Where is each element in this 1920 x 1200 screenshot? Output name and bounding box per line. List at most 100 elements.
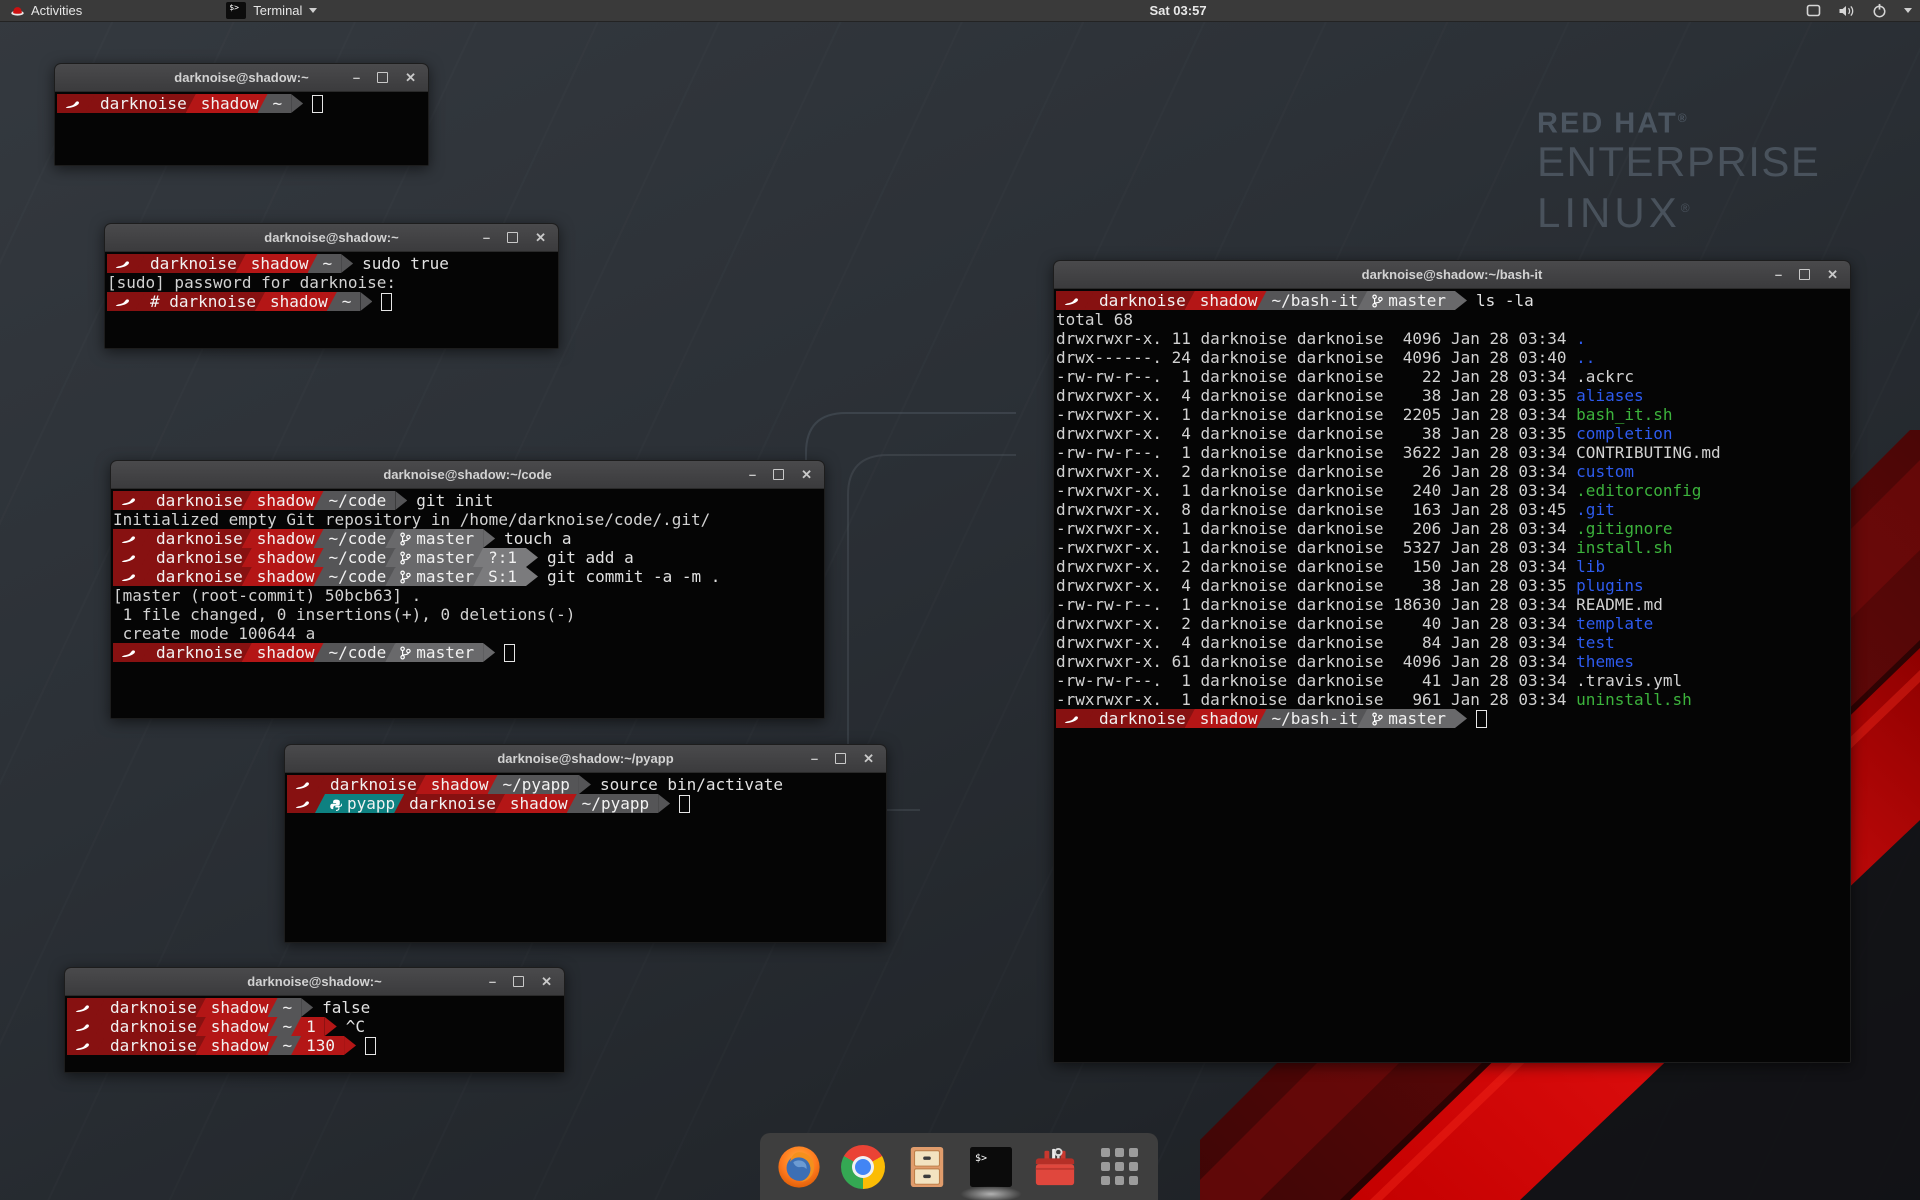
prompt-line: darknoiseshadow~/pyappsource bin/activat… (287, 775, 885, 794)
dock-item-files[interactable] (904, 1142, 950, 1192)
file-name: .gitignore (1576, 519, 1672, 538)
command-text: false (322, 998, 370, 1017)
minimize-button[interactable]: – (483, 231, 490, 244)
minimize-button[interactable]: – (749, 468, 756, 481)
file-name: lib (1576, 557, 1605, 576)
prompt-host-segment: shadow (196, 1036, 278, 1055)
file-name: aliases (1576, 386, 1643, 405)
prompt-host-segment: shadow (242, 567, 324, 586)
chrome-icon (841, 1145, 885, 1189)
close-button[interactable]: ✕ (541, 975, 552, 988)
prompt-arrow (526, 567, 538, 586)
prompt-arrow (395, 491, 407, 510)
volume-icon[interactable] (1838, 4, 1855, 18)
dock-item-app-grid[interactable] (1096, 1142, 1142, 1192)
prompt-user-segment: # darknoise (135, 292, 265, 311)
file-name: . (1576, 329, 1586, 348)
ls-row: drwxrwxr-x. 4 darknoise darknoise 84 Jan… (1056, 633, 1849, 652)
dock-item-chrome[interactable] (840, 1142, 886, 1192)
file-name: CONTRIBUTING.md (1576, 443, 1721, 462)
terminal-content[interactable]: darknoiseshadow~falsedarknoiseshadow~1^C… (65, 996, 564, 1073)
ls-row: drwx------. 24 darknoise darknoise 4096 … (1056, 348, 1849, 367)
file-name: template (1576, 614, 1653, 633)
dock-item-terminal[interactable]: $> (968, 1142, 1014, 1192)
ls-row: drwxrwxr-x. 11 darknoise darknoise 4096 … (1056, 329, 1849, 348)
prompt-arrow (291, 94, 303, 113)
dock-item-firefox[interactable] (776, 1142, 822, 1192)
titlebar[interactable]: darknoise@shadow:~/code–✕ (111, 461, 824, 489)
prompt-git-segment: master (385, 529, 483, 548)
redhat-icon (121, 573, 136, 584)
file-name: install.sh (1576, 538, 1672, 557)
window-controls: –✕ (1775, 261, 1838, 288)
minimize-button[interactable]: – (811, 752, 818, 765)
ls-row: -rwxrwxr-x. 1 darknoise darknoise 206 Ja… (1056, 519, 1849, 538)
titlebar[interactable]: darknoise@shadow:~–✕ (65, 968, 564, 996)
prompt-path-segment: ~/bash-it (1257, 709, 1368, 728)
redhat-icon (295, 800, 310, 811)
prompt-host-segment: shadow (186, 94, 268, 113)
clock[interactable]: Sat 03:57 (1149, 0, 1206, 21)
prompt-arrow (1455, 709, 1467, 728)
registered-mark: ® (1678, 111, 1689, 125)
terminal-content[interactable]: darknoiseshadow~sudo true[sudo] password… (105, 252, 558, 349)
file-name: .travis.yml (1576, 671, 1682, 690)
git-branch-icon (1372, 712, 1383, 726)
chevron-down-icon (309, 8, 317, 13)
minimize-button[interactable]: – (1775, 268, 1782, 281)
redhat-icon (75, 1023, 90, 1034)
command-text: git add a (547, 548, 634, 567)
prompt-path-segment: ~/code (314, 529, 396, 548)
command-text: git init (416, 491, 493, 510)
titlebar[interactable]: darknoise@shadow:~/bash-it–✕ (1054, 261, 1850, 289)
terminal-content[interactable]: darknoiseshadow~/codegit initInitialized… (111, 489, 824, 719)
ls-row: drwxrwxr-x. 8 darknoise darknoise 163 Ja… (1056, 500, 1849, 519)
maximize-button[interactable] (513, 976, 524, 987)
terminal-content[interactable]: darknoiseshadow~/bash-itmasterls -latota… (1054, 289, 1850, 1063)
minimize-button[interactable]: – (353, 71, 360, 84)
git-branch-icon (1372, 294, 1383, 308)
maximize-button[interactable] (377, 72, 388, 83)
maximize-button[interactable] (1799, 269, 1810, 280)
terminal-window-home-3: darknoise@shadow:~–✕darknoiseshadow~fals… (64, 967, 565, 1073)
chevron-down-icon[interactable] (1904, 8, 1912, 13)
display-icon[interactable] (1806, 4, 1821, 17)
prompt-user-segment: darknoise (141, 643, 252, 662)
terminal-window-home-1: darknoise@shadow:~–✕darknoiseshadow~ (54, 63, 429, 166)
maximize-button[interactable] (773, 469, 784, 480)
minimize-button[interactable]: – (489, 975, 496, 988)
titlebar[interactable]: darknoise@shadow:~/pyapp– ✕ (285, 745, 886, 773)
prompt-arrow (1455, 291, 1467, 310)
terminal-content[interactable]: darknoiseshadow~/pyappsource bin/activat… (285, 773, 886, 943)
app-menu-terminal[interactable]: $> Terminal (220, 0, 323, 21)
power-icon[interactable] (1872, 3, 1887, 18)
file-name: plugins (1576, 576, 1643, 595)
activities-button[interactable]: Activities (0, 0, 92, 21)
prompt-arrow (579, 775, 591, 794)
prompt-git-segment: master (385, 548, 483, 567)
prompt-line: darknoiseshadow~1^C (67, 1017, 563, 1036)
titlebar[interactable]: darknoise@shadow:~–✕ (55, 64, 428, 92)
prompt-user-segment: darknoise (1084, 291, 1195, 310)
dock-item-toolbox[interactable] (1032, 1142, 1078, 1192)
close-button[interactable]: ✕ (1827, 268, 1838, 281)
maximize-button[interactable] (835, 753, 846, 764)
file-name: uninstall.sh (1576, 690, 1692, 709)
app-menu-label: Terminal (253, 3, 302, 18)
window-title: darknoise@shadow:~/pyapp (285, 745, 886, 772)
prompt-user-segment: darknoise (141, 548, 252, 567)
git-branch-icon (400, 646, 411, 660)
close-button[interactable]: ✕ (405, 71, 416, 84)
ls-row: -rwxrwxr-x. 1 darknoise darknoise 240 Ja… (1056, 481, 1849, 500)
titlebar[interactable]: darknoise@shadow:~–✕ (105, 224, 558, 252)
maximize-button[interactable] (507, 232, 518, 243)
brand-red-hat: RED HAT® (1537, 103, 1820, 139)
close-button[interactable]: ✕ (863, 752, 874, 765)
prompt-arrow (341, 254, 353, 273)
terminal-content[interactable]: darknoiseshadow~ (55, 92, 428, 166)
close-button[interactable]: ✕ (535, 231, 546, 244)
close-button[interactable]: ✕ (801, 468, 812, 481)
terminal-icon: $> (969, 1146, 1013, 1188)
redhat-icon (121, 649, 136, 660)
ls-row: drwxrwxr-x. 2 darknoise darknoise 26 Jan… (1056, 462, 1849, 481)
